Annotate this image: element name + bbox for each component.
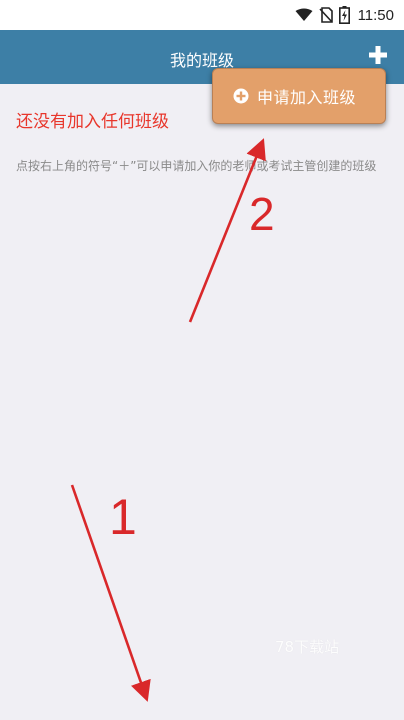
plus-icon <box>369 46 387 64</box>
empty-state-title: 还没有加入任何班级 <box>16 112 169 132</box>
add-class-button[interactable] <box>368 45 388 65</box>
status-icons: 11:50 <box>295 4 394 26</box>
status-time: 11:50 <box>357 6 394 24</box>
status-bar: 11:50 <box>0 0 404 30</box>
popup-menu: 申请加入班级 <box>212 68 386 124</box>
apply-join-class-menu-item[interactable]: 申请加入班级 <box>233 84 356 108</box>
no-sim-icon <box>318 7 333 23</box>
battery-charging-icon <box>338 6 350 24</box>
wifi-icon <box>295 8 313 21</box>
empty-state-hint: 点按右上角的符号“＋”可以申请加入你的老师或考试主管创建的班级 <box>16 159 377 173</box>
step-number-1: 1 <box>109 489 137 545</box>
step-number-2: 2 <box>249 188 275 240</box>
watermark: 78下载站 <box>275 638 340 656</box>
apply-join-class-label: 申请加入班级 <box>257 88 357 107</box>
plus-circle-icon <box>233 88 249 104</box>
